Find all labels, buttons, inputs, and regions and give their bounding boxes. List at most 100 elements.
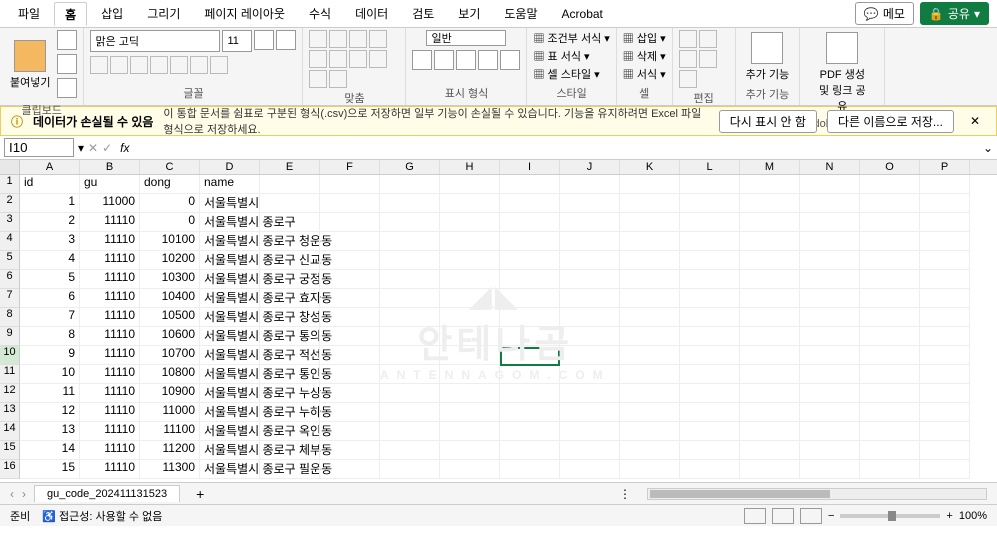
increase-font-icon[interactable] [254,30,274,50]
border-icon[interactable] [150,56,168,74]
cell[interactable] [740,251,800,270]
cell[interactable]: 13 [20,422,80,441]
tab-next-button[interactable]: › [22,487,26,501]
cell[interactable] [740,308,800,327]
cell[interactable]: 11000 [80,194,140,213]
cell[interactable] [620,232,680,251]
add-sheet-button[interactable]: + [188,486,212,502]
cell[interactable] [620,308,680,327]
col-header-J[interactable]: J [560,160,620,174]
paste-button[interactable]: 붙여넣기 [6,38,54,92]
cell[interactable]: 8 [20,327,80,346]
cell[interactable]: 서울특별시 종로구 청운동 [200,232,260,251]
cell[interactable]: 9 [20,346,80,365]
fill-icon[interactable] [699,30,717,48]
cell[interactable] [320,213,380,232]
cell[interactable] [260,384,320,403]
cell[interactable] [620,384,680,403]
cell[interactable] [500,232,560,251]
percent-icon[interactable] [434,50,454,70]
cell[interactable] [500,441,560,460]
format-painter-icon[interactable] [57,78,77,98]
cell[interactable]: 7 [20,308,80,327]
cell[interactable] [800,175,860,194]
cell[interactable] [260,308,320,327]
cell[interactable] [620,327,680,346]
cell[interactable]: 10600 [140,327,200,346]
cell[interactable]: 서울특별시 종로구 필운동 [200,460,260,479]
cell[interactable] [860,460,920,479]
cell[interactable] [920,175,970,194]
cell[interactable] [380,441,440,460]
cell[interactable]: 11110 [80,308,140,327]
cell[interactable] [260,270,320,289]
cell[interactable] [260,403,320,422]
cell[interactable] [440,346,500,365]
cell[interactable] [740,232,800,251]
col-header-N[interactable]: N [800,160,860,174]
phonetic-icon[interactable] [210,56,228,74]
cell[interactable]: 서울특별시 종로구 체부동 [200,441,260,460]
cell[interactable] [260,289,320,308]
dont-show-again-button[interactable]: 다시 표시 안 함 [719,110,817,133]
cell[interactable] [800,308,860,327]
cell[interactable] [380,251,440,270]
cell[interactable] [440,327,500,346]
cell[interactable]: 서울특별시 종로구 옥인동 [200,422,260,441]
cell[interactable]: 5 [20,270,80,289]
cell[interactable] [740,403,800,422]
cell[interactable] [560,289,620,308]
cell[interactable] [800,289,860,308]
cell[interactable] [560,327,620,346]
cell[interactable] [560,365,620,384]
cell[interactable] [560,194,620,213]
cell[interactable] [560,175,620,194]
cell[interactable] [320,251,380,270]
cell[interactable]: 11200 [140,441,200,460]
cell[interactable] [680,194,740,213]
cell[interactable]: 11110 [80,422,140,441]
cell[interactable]: 11110 [80,384,140,403]
cell[interactable] [860,384,920,403]
cell[interactable] [260,251,320,270]
cell[interactable] [440,365,500,384]
cell[interactable] [380,460,440,479]
cell[interactable] [260,213,320,232]
cell[interactable] [680,346,740,365]
fx-icon[interactable]: fx [116,141,133,155]
expand-formula-icon[interactable]: ⌄ [983,141,993,155]
cell[interactable] [380,384,440,403]
cell[interactable] [920,441,970,460]
cell[interactable] [380,327,440,346]
row-header[interactable]: 5 [0,251,20,270]
cell[interactable] [680,365,740,384]
grid-rows[interactable]: 1idgudongname21110000서울특별시32111100서울특별시 … [0,175,997,481]
cell[interactable]: 10400 [140,289,200,308]
col-header-L[interactable]: L [680,160,740,174]
cell[interactable] [860,270,920,289]
align-mid-icon[interactable] [329,30,347,48]
cell[interactable] [920,308,970,327]
cell[interactable] [320,403,380,422]
cell[interactable] [740,460,800,479]
font-color-icon[interactable] [190,56,208,74]
cell[interactable] [320,384,380,403]
cell[interactable] [260,422,320,441]
cell[interactable] [620,194,680,213]
menu-insert[interactable]: 삽입 [91,2,133,25]
cell[interactable] [440,289,500,308]
align-top-icon[interactable] [309,30,327,48]
col-header-G[interactable]: G [380,160,440,174]
cell[interactable] [680,251,740,270]
cell[interactable] [800,251,860,270]
insert-cells-button[interactable]: ▦ 삽입 ▾ [623,30,666,46]
zoom-slider[interactable] [840,514,940,518]
cell[interactable]: 11110 [80,270,140,289]
col-header-O[interactable]: O [860,160,920,174]
cell[interactable]: gu [80,175,140,194]
sort-icon[interactable] [699,50,717,68]
col-header-F[interactable]: F [320,160,380,174]
cell[interactable]: id [20,175,80,194]
cell[interactable] [920,251,970,270]
cell[interactable] [860,441,920,460]
